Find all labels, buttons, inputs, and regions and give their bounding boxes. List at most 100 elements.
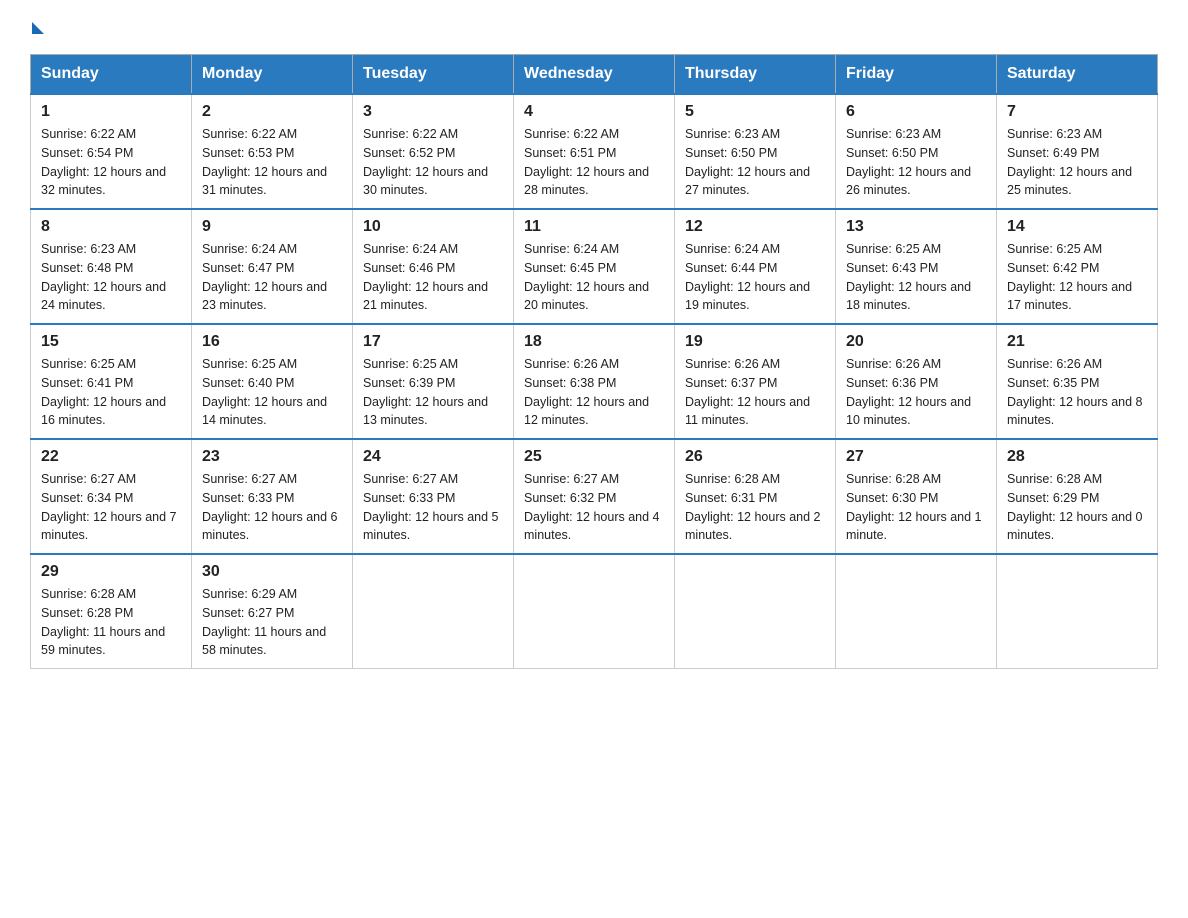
day-info: Sunrise: 6:29 AMSunset: 6:27 PMDaylight:… xyxy=(202,587,326,657)
day-info: Sunrise: 6:28 AMSunset: 6:28 PMDaylight:… xyxy=(41,587,165,657)
day-info: Sunrise: 6:27 AMSunset: 6:34 PMDaylight:… xyxy=(41,472,177,542)
calendar-cell xyxy=(836,554,997,669)
day-info: Sunrise: 6:28 AMSunset: 6:29 PMDaylight:… xyxy=(1007,472,1143,542)
day-info: Sunrise: 6:23 AMSunset: 6:50 PMDaylight:… xyxy=(846,127,971,197)
day-info: Sunrise: 6:22 AMSunset: 6:51 PMDaylight:… xyxy=(524,127,649,197)
day-number: 4 xyxy=(524,103,664,121)
calendar-cell: 27Sunrise: 6:28 AMSunset: 6:30 PMDayligh… xyxy=(836,439,997,554)
page-header xyxy=(30,20,1158,34)
calendar-cell: 24Sunrise: 6:27 AMSunset: 6:33 PMDayligh… xyxy=(353,439,514,554)
day-info: Sunrise: 6:24 AMSunset: 6:44 PMDaylight:… xyxy=(685,242,810,312)
day-info: Sunrise: 6:26 AMSunset: 6:35 PMDaylight:… xyxy=(1007,357,1143,427)
day-number: 30 xyxy=(202,563,342,581)
day-info: Sunrise: 6:24 AMSunset: 6:45 PMDaylight:… xyxy=(524,242,649,312)
day-info: Sunrise: 6:26 AMSunset: 6:37 PMDaylight:… xyxy=(685,357,810,427)
day-info: Sunrise: 6:26 AMSunset: 6:38 PMDaylight:… xyxy=(524,357,649,427)
weekday-header-monday: Monday xyxy=(192,55,353,95)
calendar-cell: 8 Sunrise: 6:23 AMSunset: 6:48 PMDaylight… xyxy=(31,209,192,324)
calendar-cell: 28Sunrise: 6:28 AMSunset: 6:29 PMDayligh… xyxy=(997,439,1158,554)
day-number: 8 xyxy=(41,218,181,236)
calendar-cell: 19 Sunrise: 6:26 AMSunset: 6:37 PMDayligh… xyxy=(675,324,836,439)
calendar-cell xyxy=(514,554,675,669)
calendar-header-row: SundayMondayTuesdayWednesdayThursdayFrid… xyxy=(31,55,1158,95)
day-number: 26 xyxy=(685,448,825,466)
day-number: 25 xyxy=(524,448,664,466)
day-number: 24 xyxy=(363,448,503,466)
weekday-header-saturday: Saturday xyxy=(997,55,1158,95)
day-info: Sunrise: 6:26 AMSunset: 6:36 PMDaylight:… xyxy=(846,357,971,427)
day-number: 6 xyxy=(846,103,986,121)
day-number: 20 xyxy=(846,333,986,351)
day-number: 10 xyxy=(363,218,503,236)
day-info: Sunrise: 6:27 AMSunset: 6:33 PMDaylight:… xyxy=(202,472,338,542)
day-number: 7 xyxy=(1007,103,1147,121)
calendar-cell xyxy=(997,554,1158,669)
calendar-cell: 11 Sunrise: 6:24 AMSunset: 6:45 PMDayligh… xyxy=(514,209,675,324)
day-number: 11 xyxy=(524,218,664,236)
day-number: 27 xyxy=(846,448,986,466)
calendar-cell: 6 Sunrise: 6:23 AMSunset: 6:50 PMDaylight… xyxy=(836,94,997,209)
day-info: Sunrise: 6:28 AMSunset: 6:31 PMDaylight:… xyxy=(685,472,821,542)
calendar-cell: 16Sunrise: 6:25 AMSunset: 6:40 PMDayligh… xyxy=(192,324,353,439)
calendar-cell: 1Sunrise: 6:22 AMSunset: 6:54 PMDaylight… xyxy=(31,94,192,209)
week-row-4: 22 Sunrise: 6:27 AMSunset: 6:34 PMDayligh… xyxy=(31,439,1158,554)
day-info: Sunrise: 6:27 AMSunset: 6:32 PMDaylight:… xyxy=(524,472,660,542)
day-number: 9 xyxy=(202,218,342,236)
day-info: Sunrise: 6:25 AMSunset: 6:39 PMDaylight:… xyxy=(363,357,488,427)
calendar-cell: 13 Sunrise: 6:25 AMSunset: 6:43 PMDayligh… xyxy=(836,209,997,324)
day-number: 17 xyxy=(363,333,503,351)
day-info: Sunrise: 6:22 AMSunset: 6:54 PMDaylight:… xyxy=(41,127,166,197)
calendar-cell xyxy=(675,554,836,669)
day-info: Sunrise: 6:24 AMSunset: 6:47 PMDaylight:… xyxy=(202,242,327,312)
weekday-header-friday: Friday xyxy=(836,55,997,95)
day-info: Sunrise: 6:23 AMSunset: 6:48 PMDaylight:… xyxy=(41,242,166,312)
calendar-cell: 20 Sunrise: 6:26 AMSunset: 6:36 PMDayligh… xyxy=(836,324,997,439)
day-info: Sunrise: 6:23 AMSunset: 6:50 PMDaylight:… xyxy=(685,127,810,197)
calendar-cell xyxy=(353,554,514,669)
calendar-cell: 3 Sunrise: 6:22 AMSunset: 6:52 PMDaylight… xyxy=(353,94,514,209)
day-number: 18 xyxy=(524,333,664,351)
day-info: Sunrise: 6:25 AMSunset: 6:43 PMDaylight:… xyxy=(846,242,971,312)
calendar-cell: 9 Sunrise: 6:24 AMSunset: 6:47 PMDaylight… xyxy=(192,209,353,324)
day-info: Sunrise: 6:22 AMSunset: 6:52 PMDaylight:… xyxy=(363,127,488,197)
day-number: 29 xyxy=(41,563,181,581)
week-row-1: 1Sunrise: 6:22 AMSunset: 6:54 PMDaylight… xyxy=(31,94,1158,209)
weekday-header-sunday: Sunday xyxy=(31,55,192,95)
day-info: Sunrise: 6:25 AMSunset: 6:41 PMDaylight:… xyxy=(41,357,166,427)
calendar-cell: 4 Sunrise: 6:22 AMSunset: 6:51 PMDaylight… xyxy=(514,94,675,209)
calendar-cell: 7 Sunrise: 6:23 AMSunset: 6:49 PMDaylight… xyxy=(997,94,1158,209)
day-number: 22 xyxy=(41,448,181,466)
calendar-table: SundayMondayTuesdayWednesdayThursdayFrid… xyxy=(30,54,1158,669)
weekday-header-tuesday: Tuesday xyxy=(353,55,514,95)
calendar-cell: 15 Sunrise: 6:25 AMSunset: 6:41 PMDayligh… xyxy=(31,324,192,439)
day-number: 23 xyxy=(202,448,342,466)
day-info: Sunrise: 6:24 AMSunset: 6:46 PMDaylight:… xyxy=(363,242,488,312)
day-number: 13 xyxy=(846,218,986,236)
day-number: 16 xyxy=(202,333,342,351)
day-info: Sunrise: 6:22 AMSunset: 6:53 PMDaylight:… xyxy=(202,127,327,197)
calendar-cell: 25 Sunrise: 6:27 AMSunset: 6:32 PMDayligh… xyxy=(514,439,675,554)
day-number: 3 xyxy=(363,103,503,121)
weekday-header-thursday: Thursday xyxy=(675,55,836,95)
day-number: 19 xyxy=(685,333,825,351)
day-number: 5 xyxy=(685,103,825,121)
calendar-cell: 22 Sunrise: 6:27 AMSunset: 6:34 PMDayligh… xyxy=(31,439,192,554)
day-info: Sunrise: 6:23 AMSunset: 6:49 PMDaylight:… xyxy=(1007,127,1132,197)
calendar-cell: 23 Sunrise: 6:27 AMSunset: 6:33 PMDayligh… xyxy=(192,439,353,554)
calendar-cell: 21 Sunrise: 6:26 AMSunset: 6:35 PMDayligh… xyxy=(997,324,1158,439)
day-number: 2 xyxy=(202,103,342,121)
day-number: 21 xyxy=(1007,333,1147,351)
week-row-3: 15 Sunrise: 6:25 AMSunset: 6:41 PMDayligh… xyxy=(31,324,1158,439)
calendar-cell: 29 Sunrise: 6:28 AMSunset: 6:28 PMDayligh… xyxy=(31,554,192,669)
day-number: 12 xyxy=(685,218,825,236)
logo-triangle-icon xyxy=(32,22,44,34)
calendar-cell: 2 Sunrise: 6:22 AMSunset: 6:53 PMDaylight… xyxy=(192,94,353,209)
day-number: 14 xyxy=(1007,218,1147,236)
logo xyxy=(30,20,44,34)
week-row-2: 8 Sunrise: 6:23 AMSunset: 6:48 PMDaylight… xyxy=(31,209,1158,324)
weekday-header-wednesday: Wednesday xyxy=(514,55,675,95)
calendar-cell: 30 Sunrise: 6:29 AMSunset: 6:27 PMDayligh… xyxy=(192,554,353,669)
calendar-cell: 12 Sunrise: 6:24 AMSunset: 6:44 PMDayligh… xyxy=(675,209,836,324)
week-row-5: 29 Sunrise: 6:28 AMSunset: 6:28 PMDayligh… xyxy=(31,554,1158,669)
day-number: 15 xyxy=(41,333,181,351)
